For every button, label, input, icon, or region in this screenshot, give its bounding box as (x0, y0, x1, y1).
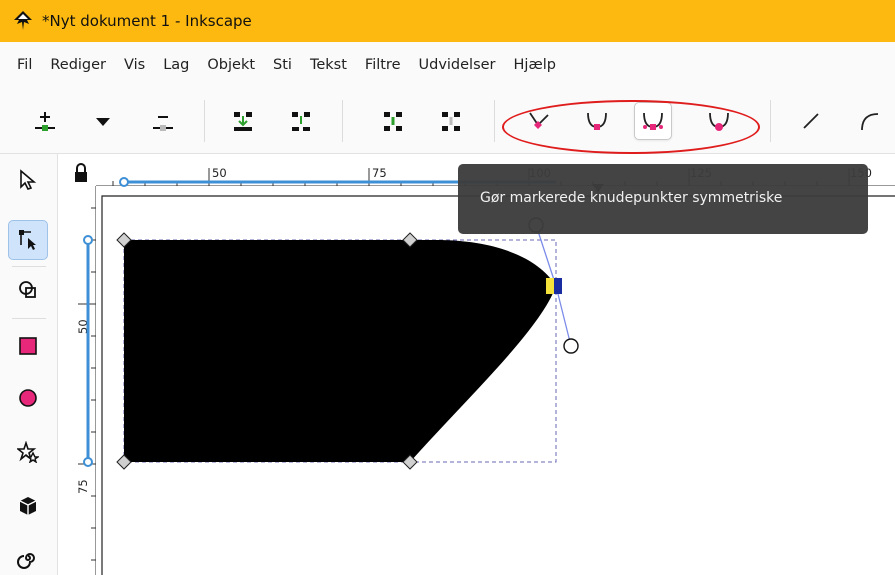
selector-tool-icon (20, 169, 37, 190)
shape-builder-tool[interactable] (8, 270, 48, 310)
insert-node-dropdown[interactable] (84, 102, 122, 140)
shape-builder-tool-icon (19, 281, 36, 298)
node-tool-icon (19, 230, 36, 250)
ruler-label: 50 (212, 166, 227, 180)
join-segment-button[interactable] (374, 102, 412, 140)
break-path-button[interactable] (282, 102, 320, 140)
node-tool[interactable] (8, 220, 48, 260)
ellipse-tool-icon (19, 389, 37, 407)
join-segment-icon (384, 112, 402, 131)
selector-tool[interactable] (8, 160, 48, 200)
toolbox (0, 154, 58, 575)
node-symmetric-icon (643, 112, 663, 130)
menu-udvidelser[interactable]: Udvidelser (410, 57, 505, 73)
3d-box-tool[interactable] (8, 486, 48, 526)
menu-fil[interactable]: Fil (8, 57, 41, 73)
vertical-ruler[interactable]: 50 75 (70, 186, 96, 575)
menu-hjaelp[interactable]: Hjælp (505, 57, 565, 73)
join-nodes-button[interactable] (224, 102, 262, 140)
make-nodes-symmetric-button[interactable] (634, 102, 672, 140)
menu-bar: Fil Rediger Vis Lag Objekt Sti Tekst Fil… (0, 42, 895, 88)
menu-lag[interactable]: Lag (154, 57, 198, 73)
3d-box-tool-icon (19, 497, 37, 515)
rectangle-tool-icon (19, 337, 37, 355)
rectangle-tool[interactable] (8, 326, 48, 366)
toolbox-separator (12, 266, 46, 267)
make-segments-curves-button[interactable] (850, 102, 888, 140)
delete-segment-button[interactable] (432, 102, 470, 140)
spiral-tool[interactable] (8, 538, 48, 575)
insert-node-button[interactable] (26, 102, 64, 140)
make-segments-lines-button[interactable] (792, 102, 830, 140)
delete-node-button[interactable] (144, 102, 182, 140)
ruler-label: 50 (76, 319, 90, 334)
toolbox-separator (12, 318, 46, 319)
guide-lock-button[interactable] (70, 160, 92, 186)
inkscape-logo-icon (14, 11, 32, 30)
insert-node-dropdown-icon (96, 118, 110, 126)
lock-icon (75, 163, 87, 182)
segment-curve-icon (861, 113, 879, 131)
star-tool-icon (17, 441, 39, 463)
tooltip: Gør markerede knudepunkter symmetriske (458, 164, 868, 234)
ellipse-tool[interactable] (8, 378, 48, 418)
node-auto-smooth-icon (709, 112, 729, 131)
make-nodes-smooth-button[interactable] (578, 102, 616, 140)
title-bar: *Nyt dokument 1 - Inkscape (0, 0, 895, 42)
tooltip-text: Gør markerede knudepunkter symmetriske (480, 190, 783, 206)
window-title: *Nyt dokument 1 - Inkscape (42, 12, 252, 30)
menu-objekt[interactable]: Objekt (198, 57, 264, 73)
menu-vis[interactable]: Vis (115, 57, 154, 73)
delete-segment-icon (442, 112, 460, 131)
break-path-icon (292, 112, 310, 131)
node-cusp-icon (529, 112, 549, 129)
ruler-label: 75 (76, 479, 90, 494)
ruler-label: 75 (372, 166, 387, 180)
star-tool[interactable] (8, 432, 48, 472)
toolbar-separator (204, 100, 205, 142)
menu-tekst[interactable]: Tekst (301, 57, 356, 73)
insert-node-icon (35, 112, 55, 131)
make-nodes-auto-smooth-button[interactable] (700, 102, 738, 140)
make-nodes-cusp-button[interactable] (520, 102, 558, 140)
menu-rediger[interactable]: Rediger (41, 57, 115, 73)
menu-sti[interactable]: Sti (264, 57, 301, 73)
toolbar-separator (770, 100, 771, 142)
spiral-tool-icon (17, 553, 35, 569)
node-tool-controls-bar (0, 88, 895, 154)
menu-filtre[interactable]: Filtre (356, 57, 410, 73)
node-smooth-icon (587, 112, 607, 130)
segment-line-icon (803, 113, 819, 129)
toolbar-separator (494, 100, 495, 142)
toolbar-separator (342, 100, 343, 142)
delete-node-icon (153, 116, 173, 131)
join-nodes-icon (234, 112, 252, 131)
